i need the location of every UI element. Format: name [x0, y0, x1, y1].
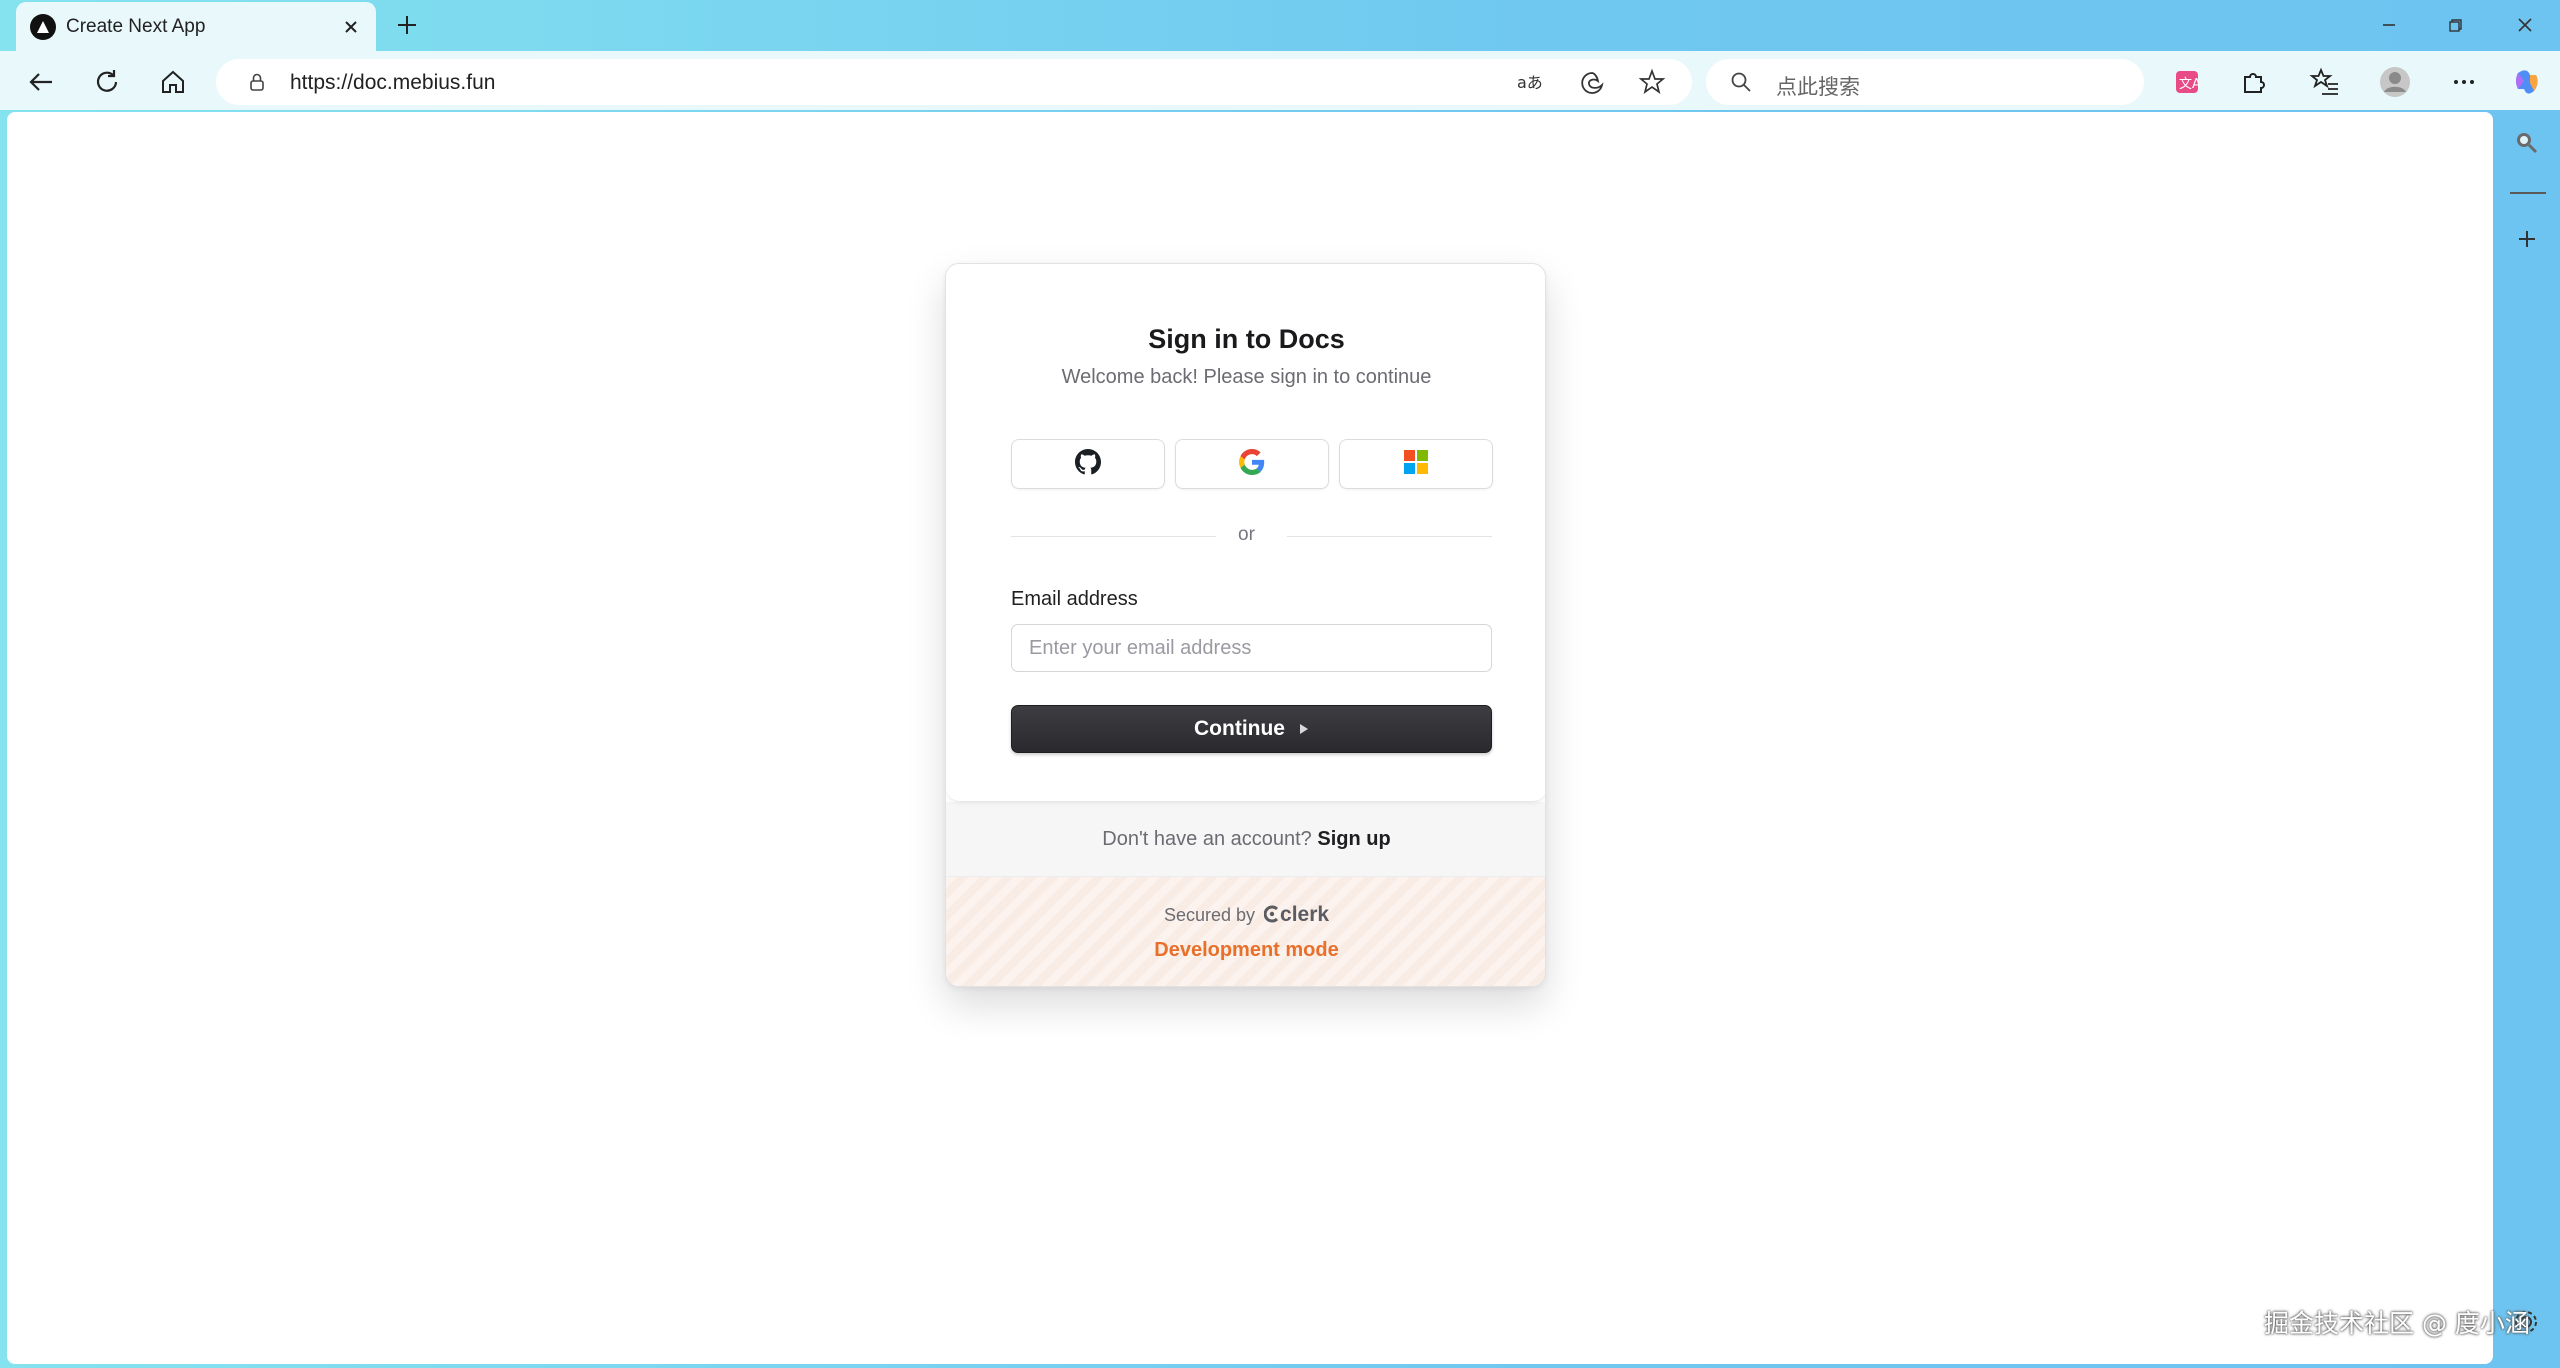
edge-sidebar [2496, 112, 2560, 1368]
dev-footer: Secured by clerk Development mode [946, 877, 1545, 986]
github-sign-in-button[interactable] [1011, 439, 1165, 489]
sign-up-link[interactable]: Sign up [1317, 828, 1390, 850]
sidebar-divider [2510, 192, 2546, 194]
translate-extension-icon[interactable]: 文A [2170, 65, 2204, 99]
home-icon[interactable] [156, 65, 190, 99]
sign-in-form: Sign in to Docs Welcome back! Please sig… [946, 264, 1545, 802]
search-icon [1730, 71, 1752, 98]
divider-or: or [1238, 524, 1255, 545]
search-bar[interactable]: 点此搜索 [1706, 59, 2144, 105]
tab-strip: Create Next App [0, 0, 2560, 51]
page-title: Sign in to Docs [1148, 324, 1345, 354]
watermark: 掘金技术社区 @ 度小涵 [2264, 1309, 2530, 1338]
svg-text:aあ: aあ [1517, 73, 1543, 92]
signup-footer: Don't have an account? Sign up [946, 802, 1545, 877]
favorites-icon[interactable] [2308, 65, 2342, 99]
extensions-puzzle-icon[interactable] [2236, 65, 2270, 99]
lock-icon[interactable] [246, 71, 268, 98]
tab-title: Create Next App [66, 16, 206, 37]
page-subtitle: Welcome back! Please sign in to continue [1061, 366, 1432, 388]
divider-right [1287, 536, 1492, 537]
back-arrow-icon[interactable] [24, 65, 58, 99]
google-icon [1239, 448, 1265, 480]
edge-read-icon[interactable] [1578, 69, 1606, 102]
sidebar-search-icon[interactable] [2512, 128, 2542, 163]
favorite-star-icon[interactable] [1638, 68, 1666, 101]
secured-by: Secured by clerk [946, 903, 1545, 928]
profile-avatar-icon[interactable] [2378, 65, 2412, 99]
sign-in-card: Sign in to Docs Welcome back! Please sig… [945, 263, 1546, 987]
google-sign-in-button[interactable] [1175, 439, 1329, 489]
secured-by-text: Secured by [1163, 905, 1255, 925]
address-toolbar: https://doc.mebius.fun aあ 点此搜索 文A [0, 51, 2560, 110]
email-label: Email address [1011, 588, 1138, 610]
clerk-brand[interactable]: clerk [1280, 903, 1329, 926]
close-tab-icon[interactable] [338, 14, 364, 40]
close-window-icon[interactable] [2510, 10, 2540, 40]
reload-icon[interactable] [90, 65, 124, 99]
github-icon [1075, 448, 1101, 480]
translate-icon[interactable]: aあ [1516, 69, 1544, 100]
nextjs-favicon-icon [30, 14, 56, 40]
sidebar-add-icon[interactable] [2512, 224, 2542, 259]
microsoft-icon [1404, 449, 1428, 479]
svg-text:文A: 文A [2179, 77, 2201, 92]
address-bar[interactable]: https://doc.mebius.fun aあ [216, 59, 1692, 105]
microsoft-sign-in-button[interactable] [1339, 439, 1493, 489]
development-mode-badge: Development mode [1154, 939, 1339, 961]
clerk-logo-icon [1263, 905, 1280, 928]
more-menu-icon[interactable] [2447, 65, 2481, 99]
email-input[interactable] [1011, 624, 1492, 672]
continue-label: Continue [1194, 717, 1285, 740]
no-account-text: Don't have an account? [1102, 828, 1312, 850]
continue-button[interactable]: Continue [1011, 705, 1492, 753]
restore-icon[interactable] [2440, 10, 2470, 40]
browser-window: Create Next App https://doc.mebius.fun a… [0, 0, 2560, 1368]
caret-right-icon [1299, 717, 1309, 741]
copilot-icon[interactable] [2510, 65, 2544, 99]
browser-tab[interactable]: Create Next App [16, 2, 376, 51]
minimize-icon[interactable] [2374, 10, 2404, 40]
url-text: https://doc.mebius.fun [290, 71, 496, 94]
search-placeholder: 点此搜索 [1776, 76, 1860, 99]
new-tab-icon[interactable] [392, 10, 422, 40]
